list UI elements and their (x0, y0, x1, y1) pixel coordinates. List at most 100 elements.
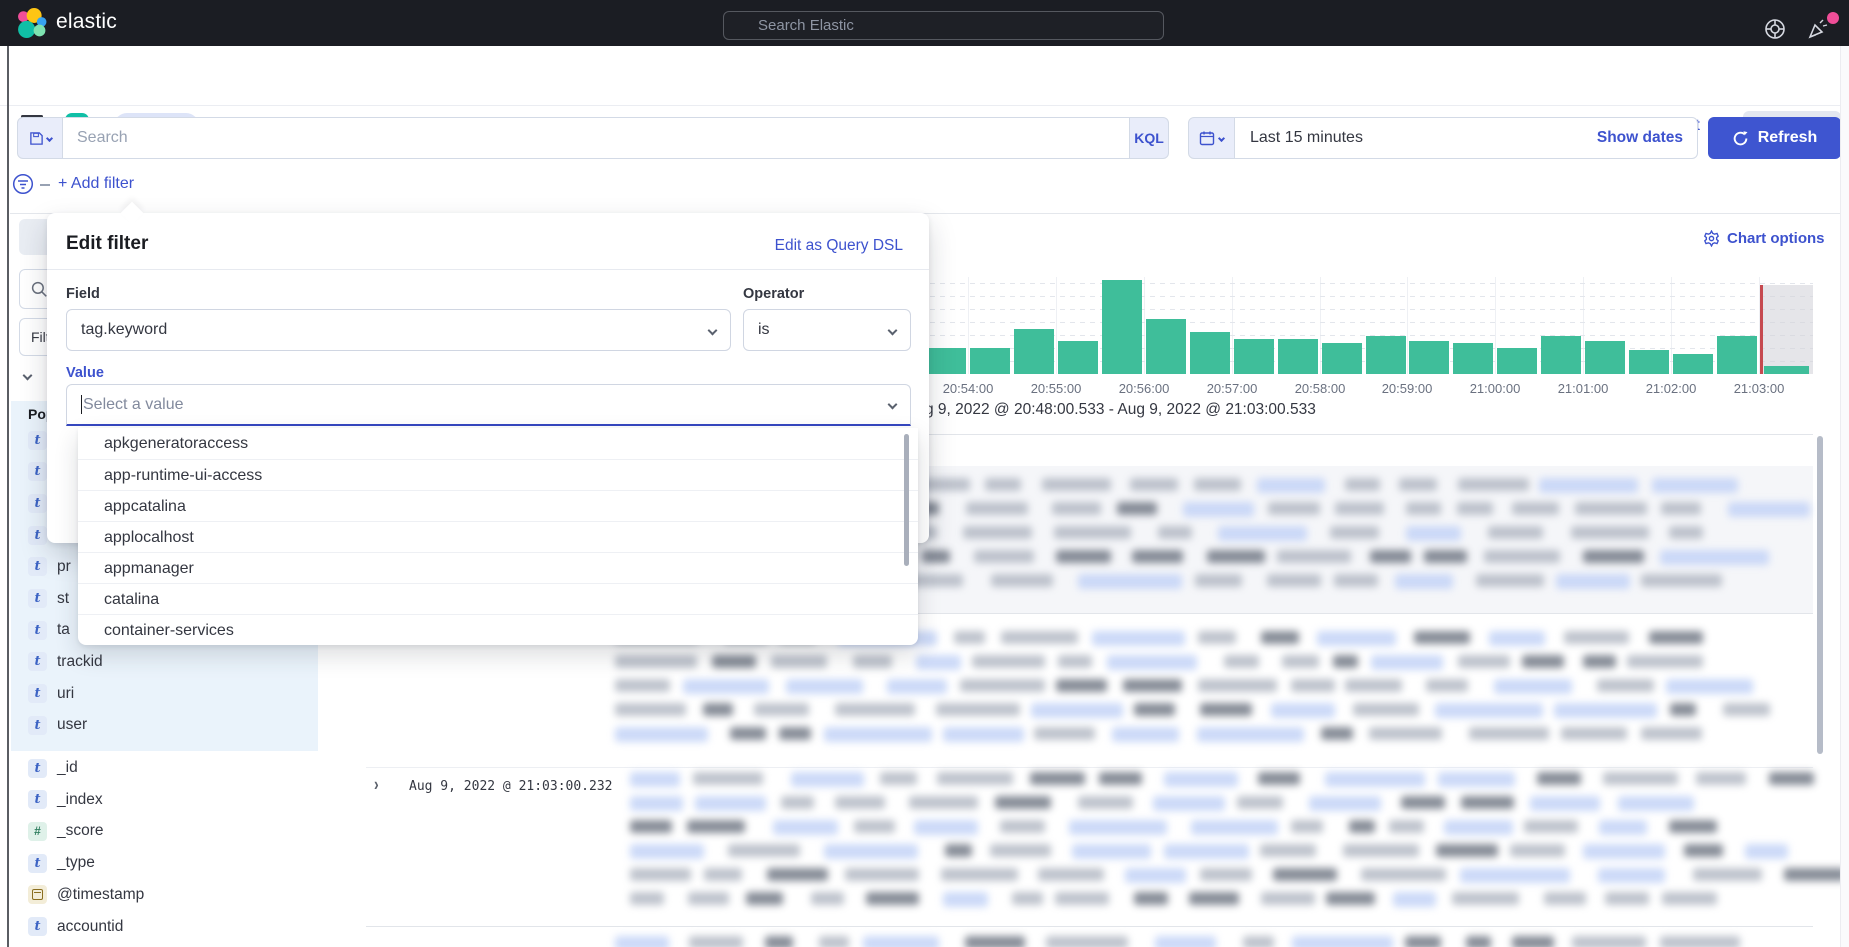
saved-query-icon (29, 131, 44, 146)
value-combobox[interactable]: Select a value (66, 384, 911, 426)
value-option-applocalhost[interactable]: applocalhost (78, 521, 918, 552)
edit-as-query-dsl-link[interactable]: Edit as Query DSL (775, 237, 903, 255)
chevron-down-icon (1218, 134, 1225, 141)
current-time-marker (1760, 285, 1763, 374)
string-type-icon: t (28, 652, 47, 671)
query-language-button[interactable]: KQL (1129, 117, 1169, 159)
string-type-icon: t (28, 431, 47, 450)
popover-title: Edit filter (66, 233, 148, 255)
newsfeed-icon[interactable] (1806, 17, 1830, 41)
divider (47, 269, 929, 270)
sidebar-field-label: _id (57, 759, 78, 777)
help-icon[interactable] (1764, 18, 1786, 40)
value-option-catalina[interactable]: catalina (78, 583, 918, 614)
chart-options-button[interactable]: Chart options (1703, 230, 1825, 247)
string-type-icon: t (28, 557, 47, 576)
sidebar-field-_index[interactable]: t_index (28, 785, 103, 815)
operator-select[interactable]: is (743, 309, 911, 351)
histogram-bar[interactable] (1453, 343, 1493, 374)
histogram-bar[interactable] (1102, 280, 1142, 374)
app-toolbar: D Discover ✓ OptionsNewOpenShareInspect … (0, 46, 1849, 106)
date-picker-menu-button[interactable] (1188, 117, 1235, 159)
sidebar-field-accountid[interactable]: taccountid (28, 912, 123, 942)
add-filter-button[interactable]: + Add filter (58, 175, 134, 193)
chart-time-range-caption: Aug 9, 2022 @ 20:48:00.533 - Aug 9, 2022… (906, 401, 1316, 419)
value-option-apkgeneratoraccess[interactable]: apkgeneratoraccess (78, 428, 918, 459)
operator-select-value: is (758, 321, 770, 339)
divider (366, 926, 1813, 927)
histogram-bar[interactable] (1673, 354, 1713, 374)
sidebar-field-_score[interactable]: #_score (28, 816, 104, 846)
chevron-down-icon (888, 400, 898, 410)
global-search-input[interactable] (723, 11, 1164, 40)
histogram-bar[interactable] (1146, 319, 1186, 374)
saved-query-menu-button[interactable] (17, 117, 63, 159)
x-axis-tick-label: 21:03:00 (1734, 381, 1785, 396)
string-type-icon: t (28, 462, 47, 481)
show-dates-button[interactable]: Show dates (1597, 129, 1683, 147)
value-placeholder: Select a value (83, 396, 184, 414)
string-type-icon: t (28, 759, 47, 778)
histogram-bar[interactable] (1497, 348, 1537, 374)
histogram-bar[interactable] (1717, 336, 1757, 374)
sidebar-field-pr[interactable]: tpr (28, 552, 71, 582)
string-type-icon: t (28, 917, 47, 936)
query-search-input[interactable] (62, 117, 1130, 159)
histogram-bar[interactable] (926, 348, 966, 374)
value-option-container-services[interactable]: container-services (78, 614, 918, 645)
histogram-bar[interactable] (1190, 332, 1230, 374)
histogram-bar[interactable] (1585, 341, 1625, 374)
chart-options-label: Chart options (1727, 230, 1825, 247)
histogram-bar[interactable] (1234, 339, 1274, 374)
x-axis-tick-label: 20:57:00 (1207, 381, 1258, 396)
string-type-icon: t (28, 854, 47, 873)
elastic-logo-icon[interactable] (17, 8, 47, 38)
histogram-bar[interactable] (1541, 336, 1581, 374)
chevron-down-icon[interactable] (23, 371, 33, 381)
string-type-icon: t (28, 526, 47, 545)
sidebar-field-user[interactable]: tuser (28, 710, 87, 740)
time-range-value[interactable]: Last 15 minutes (1250, 129, 1363, 147)
string-type-icon: t (28, 684, 47, 703)
filter-group-icon[interactable] (12, 173, 34, 195)
histogram-bar[interactable] (1014, 329, 1054, 374)
string-type-icon: t (28, 716, 47, 735)
histogram-bar[interactable] (1629, 350, 1669, 374)
sidebar-field-@timestamp[interactable]: @timestamp (28, 880, 144, 910)
sidebar-field-ta[interactable]: tta (28, 615, 70, 645)
histogram-bar[interactable] (1058, 341, 1098, 374)
x-axis-tick-label: 21:00:00 (1470, 381, 1521, 396)
sidebar-field-uri[interactable]: turi (28, 679, 74, 709)
x-axis-tick-label: 20:58:00 (1295, 381, 1346, 396)
window-edge (7, 46, 9, 947)
histogram-bar[interactable] (1366, 336, 1406, 374)
notification-dot (1827, 12, 1839, 24)
browser-scrollbar-track[interactable] (1840, 46, 1849, 947)
refresh-button[interactable]: Refresh (1708, 117, 1841, 159)
sidebar-field-_id[interactable]: t _id (28, 753, 78, 783)
scrollbar-thumb[interactable] (904, 434, 909, 566)
sidebar-field-st[interactable]: tst (28, 584, 69, 614)
sidebar-field-label: _score (57, 822, 104, 840)
sidebar-field-trackid[interactable]: ttrackid (28, 647, 103, 677)
x-axis-tick-label: 20:56:00 (1119, 381, 1170, 396)
value-option-appmanager[interactable]: appmanager (78, 552, 918, 583)
histogram-bar[interactable] (1278, 339, 1318, 374)
value-option-appcatalina[interactable]: appcatalina (78, 490, 918, 521)
sidebar-field-_type[interactable]: t_type (28, 848, 95, 878)
time-range-control[interactable]: Last 15 minutes Show dates (1234, 117, 1698, 159)
global-header: elastic (0, 0, 1849, 46)
current-bucket-shade (1762, 285, 1813, 374)
x-axis-tick-label: 21:02:00 (1646, 381, 1697, 396)
histogram-bar[interactable] (1322, 343, 1362, 374)
expand-row-chevron-icon[interactable]: › (374, 774, 379, 795)
x-axis-tick-label: 20:59:00 (1382, 381, 1433, 396)
histogram-bar[interactable] (970, 348, 1010, 374)
scrollbar-thumb[interactable] (1817, 436, 1823, 754)
field-select[interactable]: tag.keyword (66, 309, 731, 351)
value-option-app-runtime-ui-access[interactable]: app-runtime-ui-access (78, 459, 918, 490)
sidebar-field-label: user (57, 716, 87, 734)
document-timestamp: Aug 9, 2022 @ 21:03:00.232 (409, 779, 613, 794)
histogram-bar[interactable] (1409, 341, 1449, 374)
x-axis-tick-label: 21:01:00 (1558, 381, 1609, 396)
